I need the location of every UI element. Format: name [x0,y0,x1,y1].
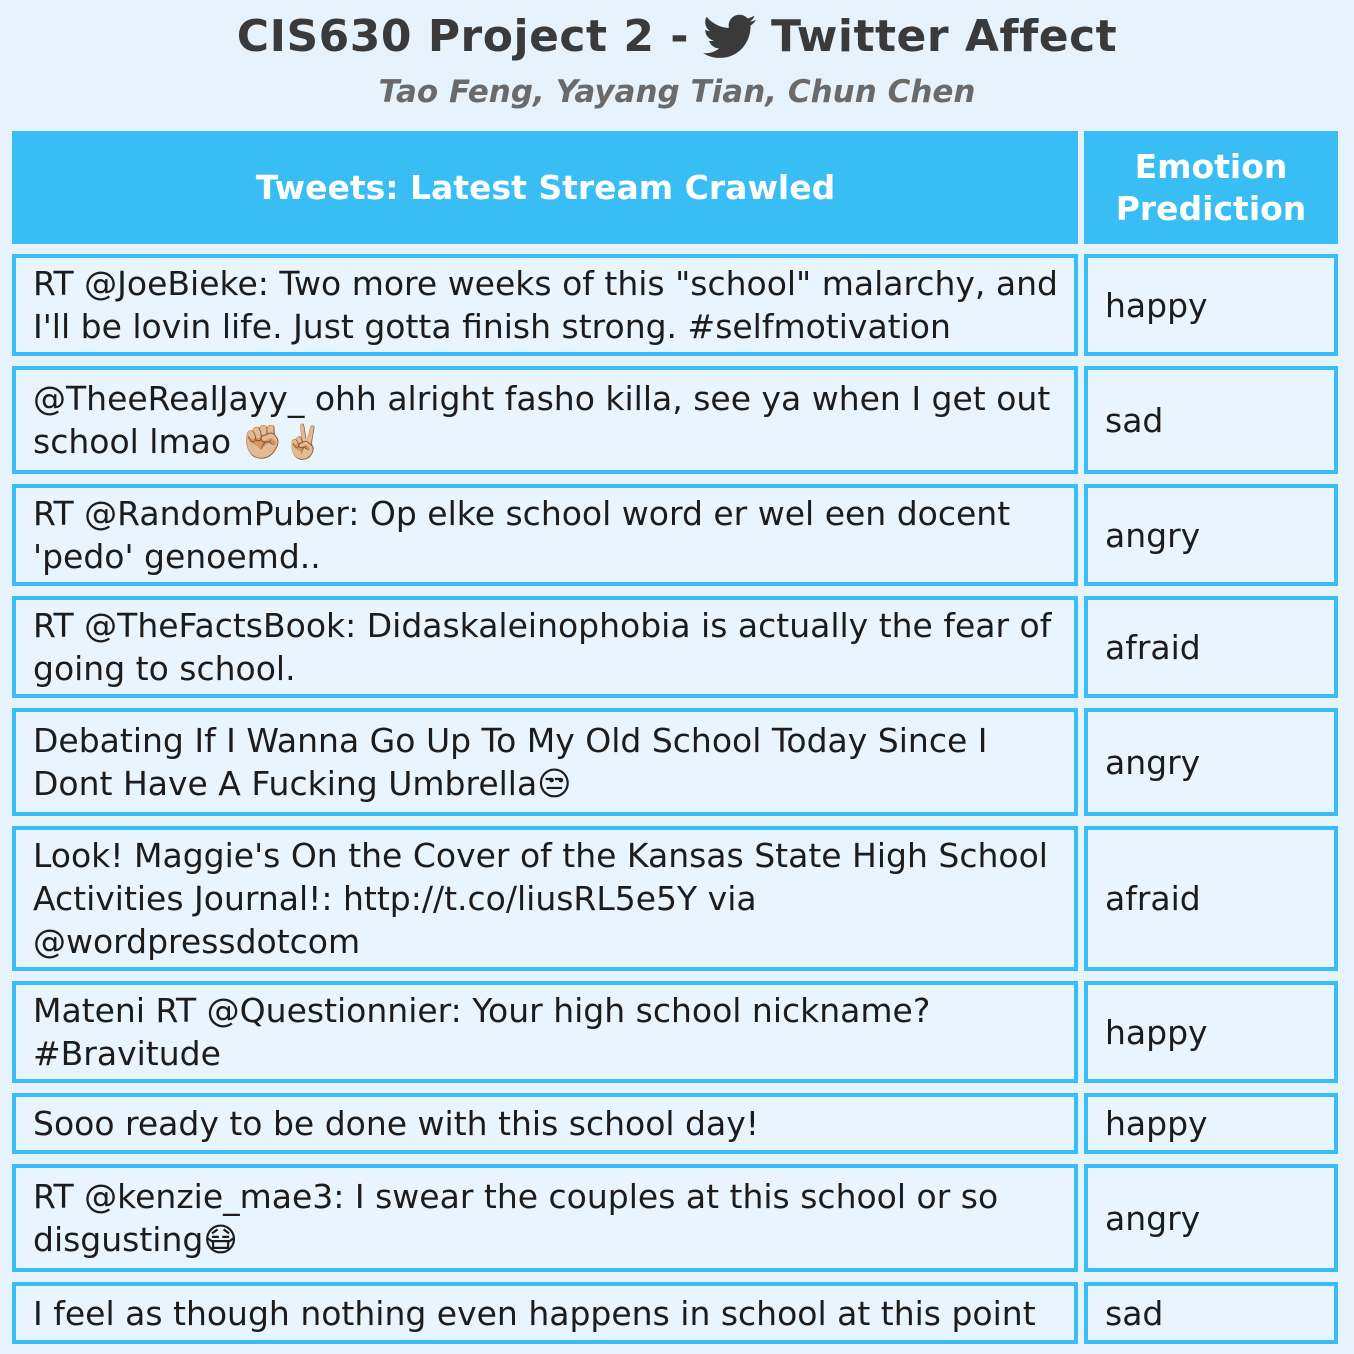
tweet-text: RT @RandomPuber: Op elke school word er … [12,484,1078,586]
tweet-text: Debating If I Wanna Go Up To My Old Scho… [12,708,1078,816]
twitter-bird-icon [703,14,757,60]
emotion-label: angry [1084,484,1338,586]
tweet-text: Look! Maggie's On the Cover of the Kansa… [12,826,1078,971]
table-row: I feel as though nothing even happens in… [12,1282,1338,1344]
tweet-text: Mateni RT @Questionnier: Your high schoo… [12,981,1078,1083]
tweet-text: RT @TheFactsBook: Didaskaleinophobia is … [12,596,1078,698]
tweet-text: I feel as though nothing even happens in… [12,1282,1078,1344]
table-row: RT @kenzie_mae3: I swear the couples at … [12,1164,1338,1272]
table-row: @TheeRealJayy_ ohh alright fasho killa, … [12,366,1338,474]
tweet-text: RT @JoeBieke: Two more weeks of this "sc… [12,254,1078,356]
table-row: Mateni RT @Questionnier: Your high schoo… [12,981,1338,1083]
emotion-label: angry [1084,708,1338,816]
table-row: Debating If I Wanna Go Up To My Old Scho… [12,708,1338,816]
emotion-label: happy [1084,981,1338,1083]
tweet-text: @TheeRealJayy_ ohh alright fasho killa, … [12,366,1078,474]
authors: Tao Feng, Yayang Tian, Chun Chen [378,74,976,110]
table-row: RT @TheFactsBook: Didaskaleinophobia is … [12,596,1338,698]
table-header-row: Tweets: Latest Stream Crawled Emotion Pr… [12,131,1338,244]
tweet-text: RT @kenzie_mae3: I swear the couples at … [12,1164,1078,1272]
emotion-label: afraid [1084,596,1338,698]
emotion-label: angry [1084,1164,1338,1272]
title-prefix: CIS630 Project 2 - [236,11,690,62]
column-header-emotion: Emotion Prediction [1084,131,1338,244]
table-row: RT @RandomPuber: Op elke school word er … [12,484,1338,586]
emotion-label: happy [1084,1093,1338,1154]
page-title: CIS630 Project 2 - Twitter Affect [237,10,1117,64]
page: CIS630 Project 2 - Twitter Affect Tao Fe… [0,0,1354,1350]
emotion-label: afraid [1084,826,1338,971]
header: CIS630 Project 2 - Twitter Affect Tao Fe… [0,0,1354,120]
emotion-label: sad [1084,1282,1338,1344]
tweets-table: Tweets: Latest Stream Crawled Emotion Pr… [12,131,1338,1354]
emotion-label: sad [1084,366,1338,474]
title-suffix: Twitter Affect [771,11,1118,62]
table-row: Look! Maggie's On the Cover of the Kansa… [12,826,1338,971]
table-row: Sooo ready to be done with this school d… [12,1093,1338,1154]
column-header-tweets: Tweets: Latest Stream Crawled [12,131,1078,244]
tweet-text: Sooo ready to be done with this school d… [12,1093,1078,1154]
table-row: RT @JoeBieke: Two more weeks of this "sc… [12,254,1338,356]
emotion-label: happy [1084,254,1338,356]
